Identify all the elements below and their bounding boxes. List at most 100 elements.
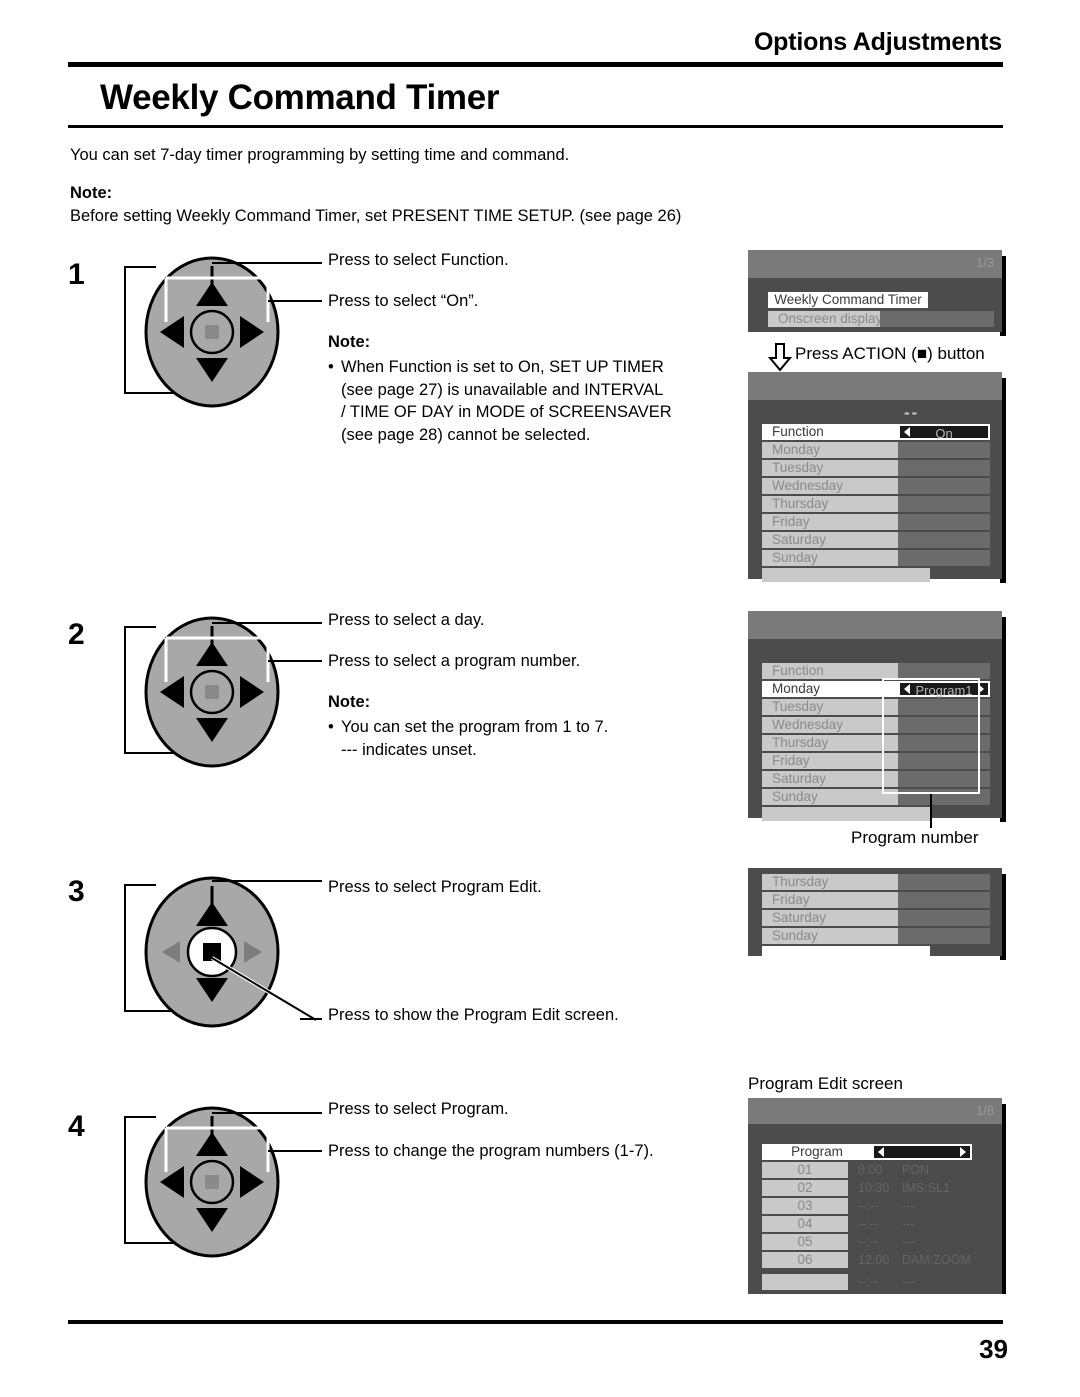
osd-panel5-program-no[interactable]: 06 [762, 1252, 848, 1268]
program-number-caption: Program number [851, 828, 979, 847]
osd-panel4-value[interactable] [898, 928, 990, 944]
step1-note-line: When Function is set to On, SET UP TIMER [341, 358, 664, 376]
osd-panel3-value[interactable] [898, 735, 990, 751]
osd-panel5-program-row[interactable]: 05 --:-- --- [762, 1234, 990, 1250]
osd-panel2-label[interactable]: Function [762, 424, 898, 440]
osd-panel4-value[interactable] [898, 874, 990, 890]
osd-panel4-label[interactable]: Sunday [762, 928, 898, 944]
osd-panel4-value[interactable] [898, 910, 990, 926]
left-arrow-icon[interactable] [878, 1147, 884, 1157]
osd-panel2-value[interactable] [898, 532, 990, 548]
osd-panel5-program-row[interactable]: 06 12:00 DAM:ZOOM [762, 1252, 990, 1268]
osd-panel3-row-sunday[interactable]: Sunday [762, 789, 990, 805]
right-arrow-icon[interactable] [978, 684, 984, 694]
osd-panel2-row-friday[interactable]: Friday [762, 514, 990, 530]
osd-panel2-value[interactable] [898, 496, 990, 512]
osd-panel5-program-row[interactable]: --:-- --- [762, 1274, 990, 1290]
osd-panel2-value[interactable] [898, 514, 990, 530]
osd-panel2-label[interactable]: Wednesday [762, 478, 898, 494]
osd-panel3-label[interactable]: Wednesday [762, 717, 898, 733]
osd-panel3-label[interactable]: Saturday [762, 771, 898, 787]
osd-panel3-value[interactable] [898, 753, 990, 769]
osd-panel2-value[interactable] [898, 478, 990, 494]
osd-panel3-row-friday[interactable]: Friday [762, 753, 990, 769]
osd-panel2-row-tuesday[interactable]: Tuesday [762, 460, 990, 476]
osd-panel2-label[interactable]: Sunday [762, 550, 898, 566]
osd-panel2-value[interactable] [898, 550, 990, 566]
osd-panel3-row-saturday[interactable]: Saturday [762, 771, 990, 787]
osd-panel4-row-friday[interactable]: Friday [762, 892, 990, 908]
osd-panel3-label[interactable]: Function [762, 663, 898, 679]
step1-note-line: / TIME OF DAY in MODE of SCREENSAVER [341, 403, 672, 421]
osd-panel3-label[interactable]: Tuesday [762, 699, 898, 715]
osd-panel5-program-row[interactable]: 02 10:30 IMS:SL1 [762, 1180, 990, 1196]
osd-panel3-label[interactable]: Friday [762, 753, 898, 769]
osd-panel2-row-thursday[interactable]: Thursday [762, 496, 990, 512]
intro-note-label: Note: [70, 184, 113, 202]
step2-leader-overlay [164, 626, 270, 682]
osd-panel3-row-thursday[interactable]: Thursday [762, 735, 990, 751]
osd-panel3-value-monday[interactable]: Program1 [898, 681, 990, 697]
osd-panel1-row-label[interactable]: Weekly Command Timer [768, 292, 928, 308]
left-arrow-icon[interactable] [904, 684, 910, 694]
osd-panel1-row-label[interactable]: Onscreen display [768, 311, 880, 327]
osd-panel5-program-no[interactable]: 02 [762, 1180, 848, 1196]
osd-panel5-program-no[interactable]: 03 [762, 1198, 848, 1214]
osd-panel5-program-value[interactable] [872, 1144, 972, 1160]
osd-panel2-value[interactable] [898, 460, 990, 476]
osd-panel5-program-row[interactable]: 01 8:00 PON [762, 1162, 990, 1178]
osd-panel3-label[interactable]: Sunday [762, 789, 898, 805]
osd-panel2-dashes: -- [904, 403, 920, 422]
osd-panel2-label[interactable]: Saturday [762, 532, 898, 548]
osd-panel1-row[interactable]: Onscreen display [768, 311, 994, 327]
osd-panel2-row-wednesday[interactable]: Wednesday [762, 478, 990, 494]
osd-panel2-row-sunday[interactable]: Sunday [762, 550, 990, 566]
osd-panel2-label[interactable]: Monday [762, 442, 898, 458]
osd-panel5-program-row[interactable]: 04 --:-- --- [762, 1216, 990, 1232]
osd-panel3-label[interactable]: Monday [762, 681, 898, 697]
osd-panel5-program-command: --- [902, 1235, 915, 1249]
osd-panel4-value[interactable] [898, 892, 990, 908]
osd-panel2-row-saturday[interactable]: Saturday [762, 532, 990, 548]
osd-panel1: 1/3 Weekly Command Timer Onscreen displa… [748, 250, 1002, 332]
osd-panel3-row-tuesday[interactable]: Tuesday [762, 699, 990, 715]
osd-panel1-row-value[interactable] [880, 311, 994, 327]
osd-panel2-row-monday[interactable]: Monday [762, 442, 990, 458]
osd-panel2-label[interactable]: Tuesday [762, 460, 898, 476]
osd-panel2-label[interactable]: Thursday [762, 496, 898, 512]
osd-panel4-label[interactable]: Saturday [762, 910, 898, 926]
osd-panel3-row-function[interactable]: Function [762, 663, 990, 679]
osd-panel5-program-command: --- [902, 1217, 915, 1231]
osd-panel3-value[interactable] [898, 717, 990, 733]
footer-rule [68, 1320, 1003, 1324]
right-arrow-icon[interactable] [960, 1147, 966, 1157]
osd-panel2-label[interactable]: Friday [762, 514, 898, 530]
osd-panel4-label[interactable]: Friday [762, 892, 898, 908]
osd-panel5-program-command: PON [902, 1163, 930, 1177]
osd-panel4-row-thursday[interactable]: Thursday [762, 874, 990, 890]
osd-panel4-row-sunday[interactable]: Sunday [762, 928, 990, 944]
osd-panel2-row-function[interactable]: Function On [762, 424, 990, 440]
osd-panel2-footer [762, 568, 930, 582]
osd-panel5-program-no[interactable] [762, 1274, 848, 1290]
osd-panel2-value-function[interactable]: On [898, 424, 990, 440]
osd-panel5-program-row[interactable]: 03 --:-- --- [762, 1198, 990, 1214]
osd-panel1-row[interactable]: Weekly Command Timer [768, 292, 994, 308]
osd-panel3-row-wednesday[interactable]: Wednesday [762, 717, 990, 733]
osd-panel4-row-saturday[interactable]: Saturday [762, 910, 990, 926]
osd-panel5-program-no[interactable]: 04 [762, 1216, 848, 1232]
osd-panel4-label[interactable]: Thursday [762, 874, 898, 890]
osd-panel3-row-monday[interactable]: Monday Program1 [762, 681, 990, 697]
osd-panel3-value[interactable] [898, 771, 990, 787]
osd-panel5-program-no[interactable]: 01 [762, 1162, 848, 1178]
osd-panel5-program-label[interactable]: Program [762, 1144, 872, 1160]
step-number-4: 4 [68, 1110, 85, 1143]
osd-panel3-label[interactable]: Thursday [762, 735, 898, 751]
osd-panel3-value[interactable] [898, 663, 990, 679]
left-arrow-icon[interactable] [904, 427, 910, 437]
osd-panel5-program-no[interactable]: 05 [762, 1234, 848, 1250]
osd-panel2-value[interactable] [898, 442, 990, 458]
osd-panel5-row-program[interactable]: Program [762, 1144, 990, 1160]
osd-panel3-value[interactable] [898, 699, 990, 715]
osd-panel3-value[interactable] [898, 789, 990, 805]
